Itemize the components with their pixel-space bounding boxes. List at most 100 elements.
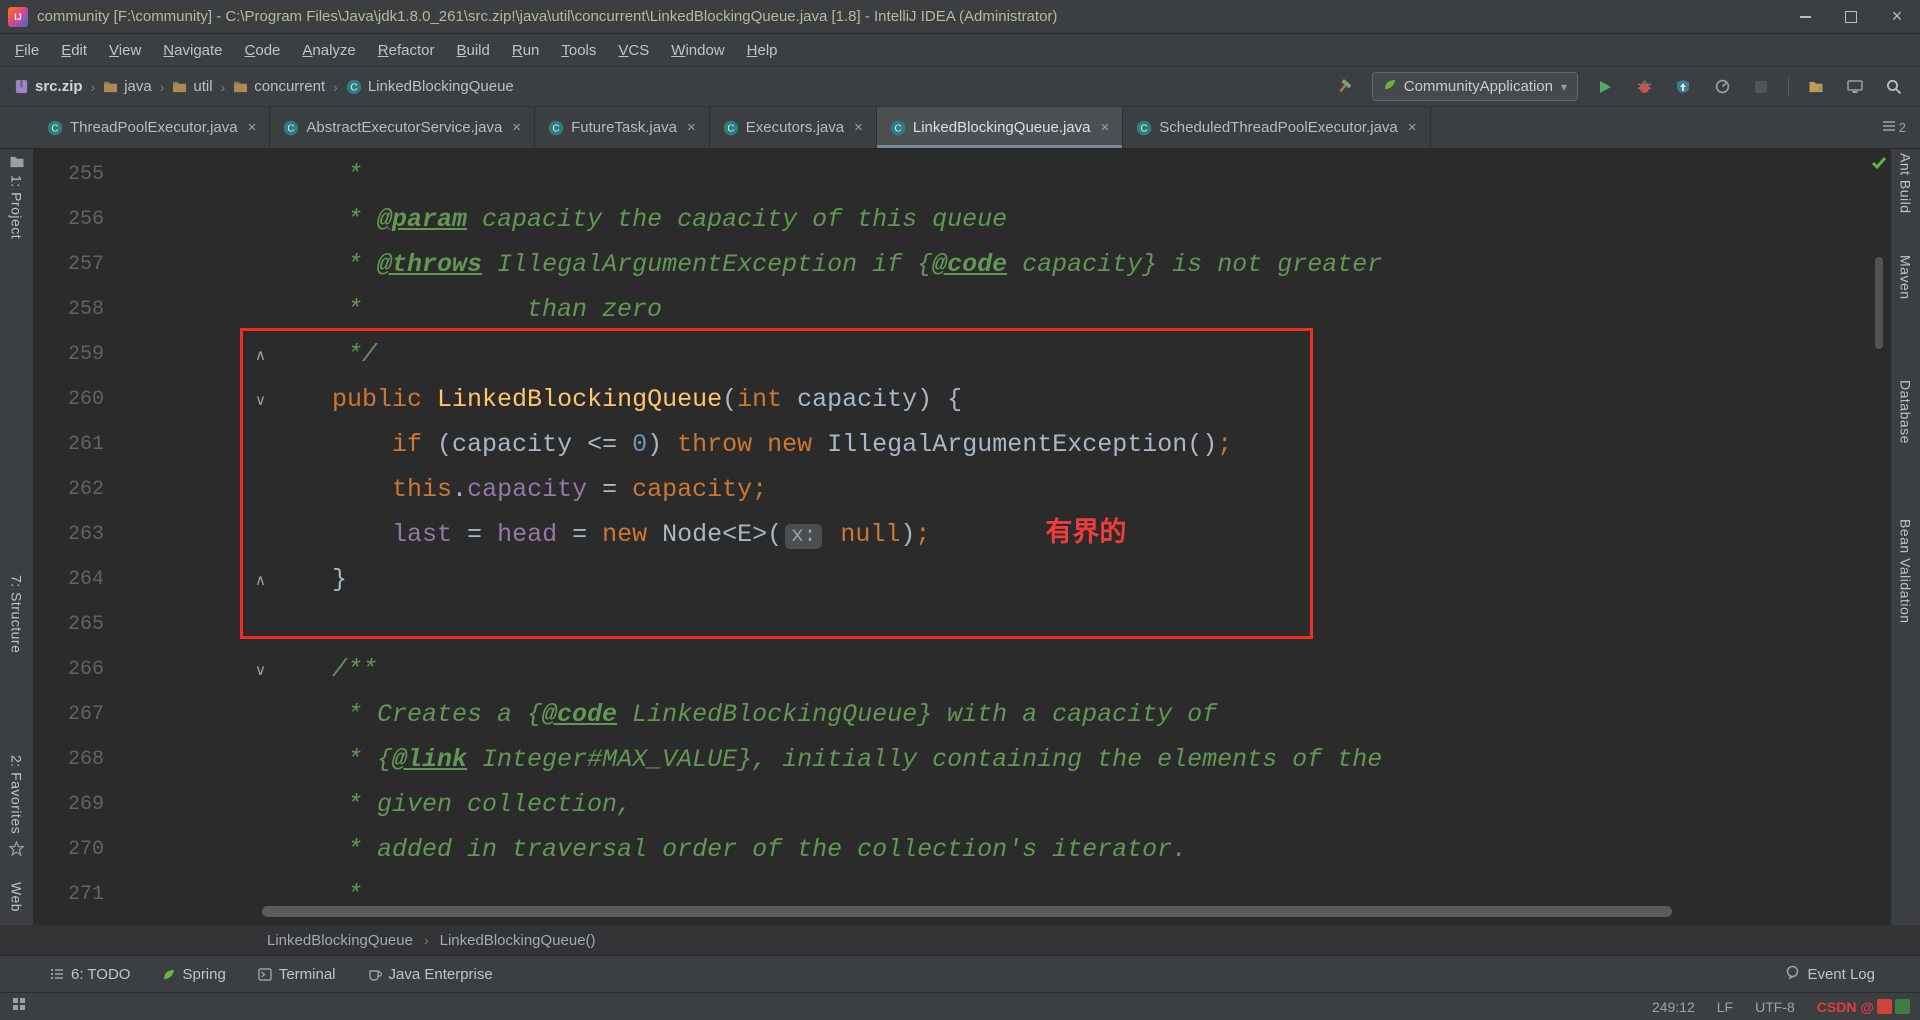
maximize-button[interactable] [1828, 0, 1874, 33]
run-config-selector[interactable]: CommunityApplication ▾ [1371, 72, 1578, 101]
line-number[interactable]: 255 [34, 152, 114, 197]
menu-item-vcs[interactable]: VCS [607, 37, 660, 64]
editor-tab-futuretask-java[interactable]: C FutureTask.java × [535, 107, 710, 148]
line-number[interactable]: 268 [34, 737, 114, 782]
menu-item-window[interactable]: Window [660, 37, 735, 64]
tool-stripe-button-2-favorites[interactable]: 2: Favorites [9, 755, 25, 857]
editor-tab-executors-java[interactable]: C Executors.java × [710, 107, 877, 148]
menu-item-file[interactable]: File [4, 37, 50, 64]
close-tab-icon[interactable]: × [687, 119, 696, 136]
code-token: * added in traversal order of the collec… [272, 835, 1188, 864]
toolwindow-button-6-todo[interactable]: 6: TODO [50, 966, 130, 983]
build-hammer-icon[interactable] [1333, 75, 1357, 99]
line-number[interactable]: 256 [34, 197, 114, 242]
caret-position[interactable]: 249:12 [1652, 999, 1695, 1015]
menu-item-edit[interactable]: Edit [50, 37, 98, 64]
toolwindow-button-spring[interactable]: Spring [162, 966, 226, 983]
breadcrumb-item-util[interactable]: util [172, 78, 213, 95]
file-encoding[interactable]: UTF-8 [1755, 999, 1795, 1015]
code-text: if (capacity <= 0) throw new IllegalArgu… [272, 422, 1232, 467]
menu-item-view[interactable]: View [98, 37, 152, 64]
breadcrumb-item-concurrent[interactable]: concurrent [233, 78, 325, 95]
menu-item-build[interactable]: Build [445, 37, 500, 64]
menu-item-navigate[interactable]: Navigate [152, 37, 233, 64]
toolwindow-label: 6: TODO [71, 965, 131, 983]
debug-button[interactable] [1632, 75, 1656, 99]
tool-stripe-button-1-project[interactable]: 1: Project [9, 155, 25, 239]
line-number[interactable]: 269 [34, 782, 114, 827]
tool-stripe-button-7-structure[interactable]: 7: Structure [9, 575, 25, 653]
close-button[interactable]: × [1874, 0, 1920, 33]
layout-icon[interactable] [1843, 75, 1867, 99]
line-number[interactable]: 267 [34, 692, 114, 737]
coverage-button[interactable] [1671, 75, 1695, 99]
fold-marker-icon[interactable]: ∧ [255, 346, 266, 364]
file-breadcrumb-item[interactable]: LinkedBlockingQueue() [440, 932, 596, 949]
toolwindow-button-terminal[interactable]: Terminal [258, 966, 336, 983]
line-number[interactable]: 265 [34, 602, 114, 647]
editor-tab-scheduledthreadpoolexecutor-java[interactable]: C ScheduledThreadPoolExecutor.java × [1123, 107, 1431, 148]
line-number[interactable]: 258 [34, 287, 114, 332]
tool-stripe-button-ant-build[interactable]: Ant Build [1898, 153, 1914, 214]
close-tab-icon[interactable]: × [512, 119, 521, 136]
spring-boot-icon [1383, 78, 1396, 95]
line-number[interactable]: 263 [34, 512, 114, 557]
menu-item-run[interactable]: Run [501, 37, 551, 64]
line-number[interactable]: 257 [34, 242, 114, 287]
line-number[interactable]: 266 [34, 647, 114, 692]
close-tab-icon[interactable]: × [854, 119, 863, 136]
line-separator[interactable]: LF [1717, 999, 1733, 1015]
fold-marker-icon[interactable]: ∨ [255, 661, 266, 679]
editor-tab-threadpoolexecutor-java[interactable]: C ThreadPoolExecutor.java × [34, 107, 271, 148]
line-number[interactable]: 260 [34, 377, 114, 422]
open-project-icon[interactable] [1804, 75, 1828, 99]
line-number[interactable]: 264 [34, 557, 114, 602]
profiler-button[interactable] [1710, 75, 1734, 99]
navigation-bar: src.zip › java › util › concurrent › C LinkedBloc… [0, 67, 1920, 107]
minimize-button[interactable] [1782, 0, 1828, 33]
menu-item-code[interactable]: Code [234, 37, 292, 64]
tool-stripe-button-web[interactable]: Web [9, 882, 25, 912]
run-button[interactable] [1593, 75, 1617, 99]
close-tab-icon[interactable]: × [248, 119, 257, 136]
menu-item-help[interactable]: Help [736, 37, 789, 64]
tool-stripe-button-database[interactable]: Database [1898, 380, 1914, 444]
editor-tab-linkedblockingqueue-java[interactable]: C LinkedBlockingQueue.java × [876, 107, 1124, 148]
line-number[interactable]: 261 [34, 422, 114, 467]
menu-item-analyze[interactable]: Analyze [291, 37, 366, 64]
code-token: = [557, 520, 603, 549]
breadcrumb-item-java[interactable]: java [103, 78, 152, 95]
code-token: . [452, 475, 468, 504]
tool-stripe-button-maven[interactable]: Maven [1898, 255, 1914, 300]
toolwindow-switcher-icon[interactable] [12, 997, 26, 1016]
event-log-button[interactable]: Event Log [1785, 965, 1875, 984]
file-breadcrumb-item[interactable]: LinkedBlockingQueue [267, 932, 413, 949]
horizontal-scrollbar[interactable] [262, 906, 1672, 917]
code-token: = [587, 475, 633, 504]
breadcrumb-item-src.zip[interactable]: src.zip [14, 78, 83, 95]
code-line: 257 * @throws IllegalArgumentException i… [34, 242, 1890, 287]
line-number[interactable]: 262 [34, 467, 114, 512]
close-tab-icon[interactable]: × [1101, 119, 1110, 136]
code-line: 263 last = head = new Node<E>(x: null); 有… [34, 512, 1890, 557]
search-everywhere-icon[interactable] [1882, 75, 1906, 99]
line-number[interactable]: 270 [34, 827, 114, 872]
title-bar: IJ community [F:\community] - C:\Program… [0, 0, 1920, 34]
menu-item-tools[interactable]: Tools [550, 37, 607, 64]
hidden-tabs-widget[interactable]: 2 [1882, 107, 1920, 148]
line-number[interactable]: 259 [34, 332, 114, 377]
code-token: } [272, 565, 348, 594]
fold-marker-icon[interactable]: ∧ [255, 571, 266, 589]
menu-item-refactor[interactable]: Refactor [367, 37, 446, 64]
vertical-scrollbar[interactable] [1875, 257, 1883, 349]
close-tab-icon[interactable]: × [1408, 119, 1417, 136]
toolwindow-button-java-enterprise[interactable]: Java Enterprise [368, 966, 493, 983]
breadcrumb-item-linkedblockingqueue[interactable]: C LinkedBlockingQueue [346, 78, 514, 95]
code-editor[interactable]: 255 * 256 * @param capacity the capacity … [34, 149, 1890, 925]
code-token: * [272, 250, 378, 279]
line-number[interactable]: 271 [34, 872, 114, 917]
stop-button [1749, 75, 1773, 99]
tool-stripe-button-bean-validation[interactable]: Bean Validation [1898, 519, 1914, 624]
fold-marker-icon[interactable]: ∨ [255, 391, 266, 409]
editor-tab-abstractexecutorservice-java[interactable]: C AbstractExecutorService.java × [270, 107, 536, 148]
